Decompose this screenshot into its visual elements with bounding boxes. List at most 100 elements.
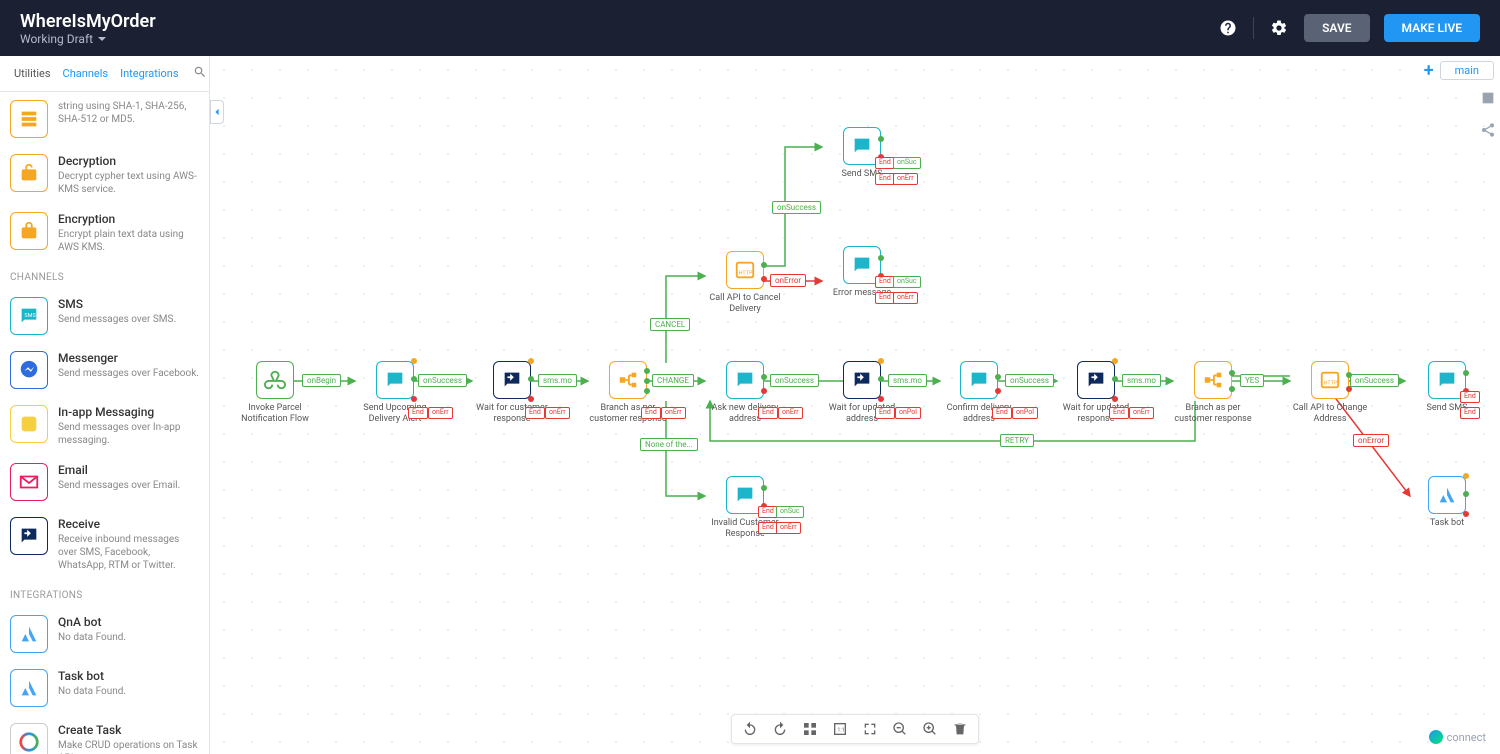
item-text: Email Send messages over Email. [58,463,180,501]
notes-tool[interactable] [1476,86,1500,110]
item-qna[interactable]: QnA bot No data Found. [0,607,209,661]
svg-text:HTTP: HTTP [739,271,753,277]
port-end: End [875,276,895,288]
item-text: Receive Receive inbound messages over SM… [58,517,199,572]
sms-icon [960,361,998,399]
port-end: End [875,407,895,419]
port-onsuc: onSuc [893,157,921,169]
receive-icon [1077,361,1115,399]
node-confirm[interactable]: Confirm delivery address End onPol [934,361,1024,425]
item-title: Encryption [58,212,199,226]
node-error-msg[interactable]: Error message End onSuc End onErr [817,246,907,299]
zoom-out-button[interactable] [892,721,908,737]
edge-cancel: CANCEL [650,318,690,331]
share-tool[interactable] [1476,118,1500,142]
node-change-api[interactable]: HTTP Call API to Change Address [1285,361,1375,425]
node-invoke[interactable]: Invoke Parcel Notification Flow [230,361,320,425]
svg-text:SMS: SMS [24,313,36,319]
main-tab[interactable]: main [1440,61,1494,80]
flow-status[interactable]: Working Draft [20,32,156,46]
lock-icon [10,212,48,250]
item-encryption[interactable]: Encryption Encrypt plain text data using… [0,204,209,262]
node-ask-addr[interactable]: Ask new delivery address End onErr [700,361,790,425]
port-onpol: onPol [1012,407,1038,419]
flow-canvas[interactable]: + main onBe [210,56,1500,754]
item-title: Messenger [58,351,199,365]
item-text: QnA bot No data Found. [58,615,126,653]
settings-button[interactable] [1268,17,1290,39]
node-branch1[interactable]: Branch as per customer response End onEr… [583,361,673,425]
branch-icon [609,361,647,399]
port-onerr: onErr [428,407,453,419]
fit-button[interactable]: 1:1 [832,721,848,737]
make-live-button[interactable]: MAKE LIVE [1384,14,1480,42]
port-end: End [525,407,545,419]
item-decryption[interactable]: Decryption Decrypt cypher text using AWS… [0,146,209,204]
item-sms[interactable]: SMS SMS Send messages over SMS. [0,289,209,343]
fullscreen-button[interactable] [862,721,878,737]
node-send-sms-r[interactable]: Send SMS End End [1402,361,1492,414]
item-inapp[interactable]: In-app Messaging Send messages over In-a… [0,397,209,455]
node-branch2[interactable]: Branch as per customer response [1168,361,1258,425]
port-onsuc: onSuc [776,506,804,518]
item-desc: No data Found. [58,685,126,698]
item-title: QnA bot [58,615,126,629]
sms-icon [376,361,414,399]
tab-integrations[interactable]: Integrations [114,57,184,90]
item-title: Receive [58,517,199,531]
item-taskbot[interactable]: Task bot No data Found. [0,661,209,715]
canvas-side-tools [1476,86,1500,142]
node-wait2[interactable]: Wait for updated address End onPol [817,361,907,425]
port-onerr: onErr [1129,407,1154,419]
watermark-text: connect [1447,731,1486,744]
add-tab-button[interactable]: + [1424,60,1434,81]
item-email[interactable]: Email Send messages over Email. [0,455,209,509]
item-desc: Send messages over Facebook. [58,367,199,380]
item-messenger[interactable]: Messenger Send messages over Facebook. [0,343,209,397]
port-onpol: onPol [895,407,921,419]
header-actions: SAVE MAKE LIVE [1217,14,1480,42]
node-invalid[interactable]: Invalid Customer Response End onSuc End … [700,476,790,540]
redo-button[interactable] [772,721,788,737]
item-text: Encryption Encrypt plain text data using… [58,212,199,254]
chevron-down-icon [97,34,107,44]
sidebar-collapse-handle[interactable] [210,100,224,124]
node-label: Invoke Parcel Notification Flow [230,403,320,425]
help-button[interactable] [1217,17,1239,39]
node-alert[interactable]: Send Upcoming Delivery Alert End onErr [350,361,440,425]
node-wait3[interactable]: Wait for updated response End onErr [1051,361,1141,425]
port-onerr: onErr [776,522,801,534]
receive-icon [843,361,881,399]
item-text: string using SHA-1, SHA-256, SHA-512 or … [58,100,199,138]
port-end2: End [875,292,895,304]
title-area: WhereIsMyOrder Working Draft [20,11,156,46]
sidebar: Utilities Channels Integrations string u… [0,56,210,754]
item-desc: Send messages over SMS. [58,313,176,326]
watermark-icon [1429,730,1443,744]
node-label: Call API to Change Address [1285,403,1375,425]
item-title: In-app Messaging [58,405,199,419]
node-send-sms-top[interactable]: Send SMS End onSuc End onErr [817,127,907,180]
item-createtask[interactable]: Create Task Make CRUD operations on Task… [0,715,209,754]
edge-none: None of the... [640,438,698,451]
sidebar-search-button[interactable] [185,56,210,91]
item-receive[interactable]: Receive Receive inbound messages over SM… [0,509,209,580]
undo-button[interactable] [742,721,758,737]
zoom-in-button[interactable] [922,721,938,737]
tab-channels[interactable]: Channels [57,57,115,90]
node-taskbot[interactable]: Task bot [1402,476,1492,529]
taskbot-icon [1428,476,1466,514]
item-hash[interactable]: string using SHA-1, SHA-256, SHA-512 or … [0,92,209,146]
save-button[interactable]: SAVE [1304,14,1369,42]
delete-button[interactable] [952,721,968,737]
node-cancel-api[interactable]: HTTP Call API to Cancel Delivery [700,251,790,315]
sms-icon [726,361,764,399]
layout-button[interactable] [802,721,818,737]
port-end: End [408,407,428,419]
node-wait1[interactable]: Wait for customer response End onErr [467,361,557,425]
item-text: Task bot No data Found. [58,669,126,707]
svg-text:1:1: 1:1 [837,728,844,734]
port-onerr: onErr [661,407,686,419]
http-icon: HTTP [1311,361,1349,399]
tab-utilities[interactable]: Utilities [8,57,57,90]
